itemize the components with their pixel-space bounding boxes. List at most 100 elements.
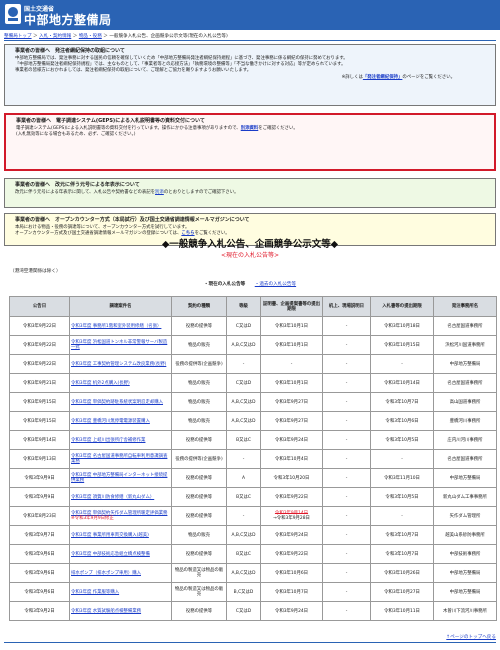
breadcrumb-goods[interactable]: 物品・役務 — [79, 34, 102, 39]
cell-name: 令和3年度 工事契約管理システム改良業務(長野) — [69, 354, 172, 374]
cell-office: 中部地方整備局 — [433, 468, 497, 488]
cell-briefing: - — [322, 316, 371, 336]
notice-ethics-title: 事業者の皆様へ 発注者綱紀保持の取組について — [15, 48, 125, 54]
cell-name: 令和3年度 水質試験船点検整備業務 — [69, 601, 172, 621]
cell-bid: 令和3年10月27日 — [370, 582, 434, 602]
procurement-link[interactable]: 令和3年度 中部地方整備局インターネット接続提供業務 — [71, 473, 167, 483]
cell-office: 高山国道事務所 — [433, 392, 497, 412]
exclusion-note: （港湾空港関係は除く） — [10, 269, 61, 274]
cell-name: 令和3年度 豊橋河川無停電電源装置購入 — [69, 411, 172, 431]
cell-briefing: - — [322, 487, 371, 507]
cell-bid: - — [370, 506, 434, 526]
cell-deadline: 令和3年9月27日 — [260, 411, 323, 431]
header-briefing: 机上、現場説明日 — [322, 296, 371, 317]
cell-grade: A,B,C又はD — [226, 563, 261, 583]
cell-office: 名古屋国道事務所 — [433, 449, 497, 469]
procurement-link[interactable]: 令和3年度 名古屋国道事務所自転車利用意識調査業務 — [71, 454, 167, 464]
cell-bid: 令和3年10月7日 — [370, 525, 434, 545]
breadcrumb-bidding[interactable]: 入札・契約情報 — [39, 34, 71, 39]
cell-briefing: - — [322, 563, 371, 583]
cell-grade: - — [226, 354, 261, 374]
procurement-link[interactable]: 令和3年度 須賀川防食修繕（新丸山ダム） — [71, 495, 154, 500]
cell-briefing: - — [322, 354, 371, 374]
cell-bid: 令和3年10月5日 — [370, 487, 434, 507]
cell-bid: 令和3年10月5日 — [370, 430, 434, 450]
cell-grade: B又はC — [226, 544, 261, 564]
cell-type: 役務の提供等 — [171, 316, 227, 336]
cell-deadline: 令和3年10月20日 — [260, 468, 323, 488]
cell-name: 令和3年度 事業所用車両交換購入(越美) — [69, 525, 172, 545]
amendment-note: ※令和3年9月9日修正 — [71, 516, 114, 521]
cell-deadline: 令和3年9月27日 — [260, 392, 323, 412]
cell-briefing: - — [322, 582, 371, 602]
procurement-link[interactable]: 令和3年度 机外2点購入(長野) — [71, 381, 130, 386]
cell-deadline: 令和3年9月22日 — [260, 544, 323, 564]
cell-type: 役務の提供等 — [171, 506, 227, 526]
cell-name: 令和3年度 机外2点購入(長野) — [69, 373, 172, 393]
cell-bid: 令和3年10月11日 — [370, 601, 434, 621]
procurement-link[interactable]: 令和3年度 事業所用車両交換購入(越美) — [71, 533, 149, 538]
era-attachment-link[interactable]: 別添 — [155, 190, 164, 195]
notice-geps: 事業者の皆様へ 電子調達システム(GEPS)による入札説明書等の資料交付について… — [4, 113, 496, 171]
cell-date: 令和3年9月7日 — [9, 525, 70, 545]
header-type: 契約の種類 — [171, 296, 227, 317]
ethics-link[interactable]: 「発注者綱紀保持」 — [363, 75, 403, 80]
cell-bid: - — [370, 449, 434, 469]
cell-bid: 令和3年10月26日 — [370, 563, 434, 583]
table-row: 令和3年9月13日 令和3年度 名古屋国道事務所自転車利用意識調査業務 役務の提供等… — [9, 449, 497, 469]
cell-type: 役務の提供等 — [171, 544, 227, 564]
procurement-link[interactable]: 令和3年度 上岐川出張所庁舎補修作業 — [71, 438, 145, 443]
table-row: 令和3年9月6日 令和3年度 中部技術応急組立橋点検整備 役務の提供等 B又はC 令和3… — [9, 544, 497, 564]
cell-bid: 令和3年10月6日 — [370, 411, 434, 431]
cell-date: 令和3年9月22日 — [9, 354, 70, 374]
cell-type: 物品の販売 — [171, 373, 227, 393]
header-grade: 等級 — [226, 296, 261, 317]
cell-type: 役務の提供等(企画競争) — [171, 449, 227, 469]
notice-era-title: 事業者の皆様へ 改元に伴う元号による年表示について — [15, 182, 140, 188]
breadcrumb-home[interactable]: 整備局トップ — [4, 34, 32, 39]
site-title[interactable]: 中部地方整備局 — [24, 11, 112, 28]
notice-era-line-1: 改元に伴う元号による年表示に関して、入札公告や契約書などの表記を別添のとおりとし… — [15, 190, 239, 195]
table-row: 令和3年9月6日 排水ポンプ（排水ポンプ車用）購入 物品の製造又は物品の販売 A,B,… — [9, 563, 497, 583]
cell-name: 令和3年度 須賀川防食修繕（新丸山ダム） — [69, 487, 172, 507]
page-top-link[interactable]: ↑ページのトップへ戻る — [446, 634, 496, 640]
cell-date: 令和3年9月6日 — [9, 563, 70, 583]
procurement-link[interactable]: 令和3年度 作業服等購入 — [71, 590, 119, 595]
footer-divider — [4, 642, 496, 643]
procurement-link[interactable]: 令和3年度 浜松国道トンネル非常警報サーバ製造一式 — [71, 340, 167, 350]
notice-tabs: ・現在の入札公告等 ・過去の入札公告等 — [0, 281, 500, 287]
cell-deadline: 令和3年9月24日 — [260, 430, 323, 450]
cell-grade: C又はD — [226, 373, 261, 393]
cell-deadline: 令和3年10月6日 — [260, 563, 323, 583]
procurement-link[interactable]: 令和3年度 単価契約跡駐系統状案明忍走却購入 — [71, 400, 163, 405]
cell-briefing: - — [322, 430, 371, 450]
cell-type: 役務の提供等 — [171, 430, 227, 450]
cell-name: 令和3年度 中部地方整備局インターネット接続提供業務 — [69, 468, 172, 488]
cell-bid: 令和3年10月18日 — [370, 316, 434, 336]
cell-office: 豊橋河川事務所 — [433, 411, 497, 431]
cell-type: 物品の販売 — [171, 411, 227, 431]
cell-date: 令和3年9月2日 — [9, 601, 70, 621]
procurement-link[interactable]: 令和3年度 事務所1階和室外装用修繕（名張） — [71, 324, 161, 329]
cell-deadline: 令和3年10月4日 — [260, 449, 323, 469]
cell-briefing: - — [322, 373, 371, 393]
cell-office: 新丸山ダム工事事務所 — [433, 487, 497, 507]
table-row: 令和3年9月22日 令和3年度 事務所1階和室外装用修繕（名張） 役務の提供等 C又は… — [9, 316, 497, 336]
geps-attachment-link[interactable]: 別添資料 — [241, 126, 259, 131]
table-row: 令和3年9月22日 令和3年度 工事契約管理システム改良業務(長野) 役務の提供等(… — [9, 354, 497, 374]
page-title: ◆一般競争入札公告、企画競争公示文等◆ — [161, 239, 339, 250]
cell-name: 令和3年度 浜松国道トンネル非常警報サーバ製造一式 — [69, 335, 172, 355]
cell-type: 物品の製造又は物品の販売 — [171, 582, 227, 602]
mlit-logo-icon[interactable] — [4, 3, 22, 25]
procurement-link[interactable]: 令和3年度 豊橋河川無停電電源装置購入 — [71, 419, 150, 424]
tab-past-notices[interactable]: ・過去の入札公告等 — [255, 282, 296, 287]
cell-name: 令和3年度 事務所1階和室外装用修繕（名張） — [69, 316, 172, 336]
cell-name: 令和3年度 中部技術応急組立橋点検整備 — [69, 544, 172, 564]
cell-deadline: 令和3年10月1日 — [260, 373, 323, 393]
procurement-link[interactable]: 排水ポンプ（排水ポンプ車用）購入 — [71, 571, 141, 576]
procurement-link[interactable]: 令和3年度 中部技術応急組立橋点検整備 — [71, 552, 150, 557]
procurement-link[interactable]: 令和3年度 工事契約管理システム改良業務(長野) — [71, 362, 166, 367]
cell-briefing: - — [322, 392, 371, 412]
cell-briefing: - — [322, 468, 371, 488]
procurement-link[interactable]: 令和3年度 水質試験船点検整備業務 — [71, 609, 141, 614]
